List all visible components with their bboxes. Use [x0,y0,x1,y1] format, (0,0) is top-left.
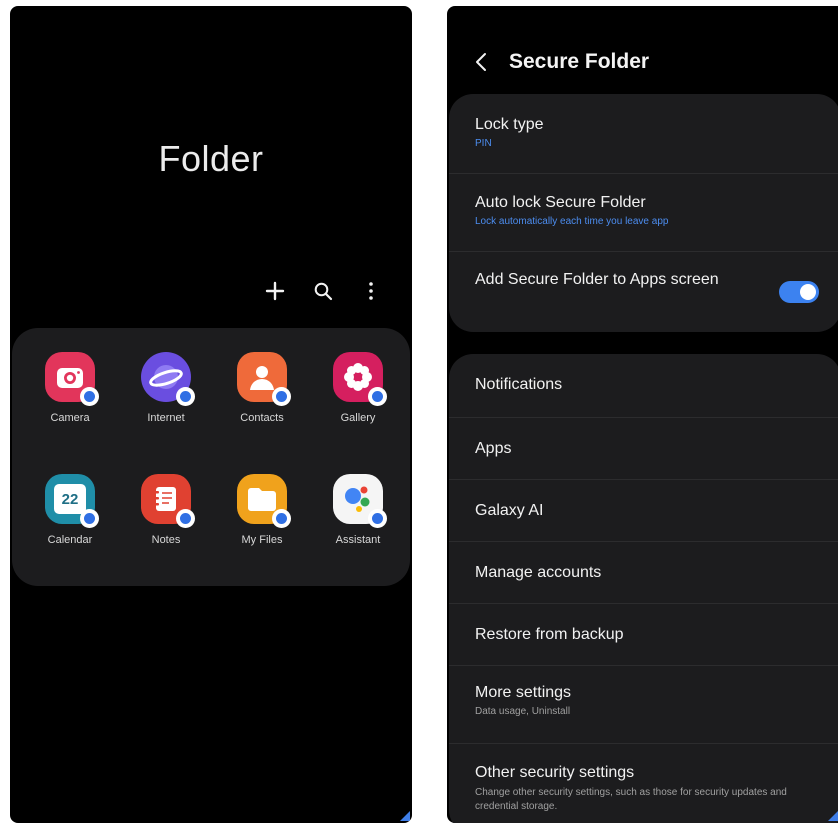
setting-lock-type[interactable]: Lock type PIN [449,94,838,174]
apps-grid: Camera Internet Contacts Gallery 22 Cale… [12,328,410,586]
setting-title: Other security settings [475,764,635,781]
setting-subtitle: Data usage, Uninstall [475,706,571,717]
app-label: My Files [241,534,283,546]
camera-icon [45,352,99,406]
folder-title: Folder [158,138,264,179]
setting-title: Manage accounts [475,564,602,581]
setting-auto-lock[interactable]: Auto lock Secure Folder Lock automatical… [449,174,838,252]
app-label: Gallery [340,412,376,424]
setting-title: Apps [475,440,512,457]
setting-title: Restore from backup [475,626,624,643]
setting-apps[interactable]: Apps [449,418,838,480]
setting-title: More settings [475,684,572,701]
setting-restore-from-backup[interactable]: Restore from backup [449,604,838,666]
app-notes[interactable]: Notes [118,474,214,546]
search-icon[interactable] [310,278,336,304]
secure-badge-icon [272,387,291,406]
setting-subtitle: Change other security settings, such as … [475,787,787,812]
app-calendar[interactable]: 22 Calendar [22,474,118,546]
chevron-left-icon[interactable] [475,51,491,73]
setting-title: Notifications [475,376,563,393]
more-vertical-icon[interactable] [358,278,384,304]
settings-group-lock: Lock type PIN Auto lock Secure Folder Lo… [449,94,838,332]
app-label: Internet [147,412,185,424]
setting-title: Auto lock Secure Folder [475,194,646,211]
setting-manage-accounts[interactable]: Manage accounts [449,542,838,604]
app-label: Calendar [47,534,93,546]
secure-badge-icon [176,509,195,528]
setting-more-settings[interactable]: More settings Data usage, Uninstall [449,666,838,744]
secure-badge-icon [80,509,99,528]
setting-galaxy-ai[interactable]: Galaxy AI [449,480,838,542]
setting-title: Lock type [475,116,544,133]
add-to-apps-toggle[interactable] [779,281,819,303]
contacts-icon [237,352,291,406]
internet-icon [141,352,195,406]
calendar-date: 22 [61,490,79,508]
secure-folder-home-screen: Folder Camera Internet Contacts Gallery … [10,6,412,823]
app-contacts[interactable]: Contacts [214,352,310,424]
app-label: Camera [50,412,90,424]
secure-folder-settings-screen: Secure Folder Lock type PIN Auto lock Se… [447,6,838,823]
secure-badge-icon [272,509,291,528]
app-internet[interactable]: Internet [118,352,214,424]
setting-add-to-apps-screen[interactable]: Add Secure Folder to Apps screen [449,252,838,332]
notes-icon [141,474,195,528]
page-title: Secure Folder [509,50,650,73]
setting-subtitle: PIN [475,138,492,149]
settings-group-general: Notifications Apps Galaxy AI Manage acco… [449,354,838,823]
gallery-icon [333,352,387,406]
secure-badge-icon [176,387,195,406]
folder-toolbar [262,278,384,304]
secure-badge-icon [80,387,99,406]
setting-title: Add Secure Folder to Apps screen [475,271,719,288]
app-assistant[interactable]: Assistant [310,474,406,546]
secure-badge-icon [368,509,387,528]
corner-marker [400,811,410,821]
plus-icon[interactable] [262,278,288,304]
app-gallery[interactable]: Gallery [310,352,406,424]
app-my-files[interactable]: My Files [214,474,310,546]
app-label: Assistant [335,534,381,546]
setting-other-security[interactable]: Other security settings Change other sec… [449,744,838,823]
secure-badge-icon [368,387,387,406]
app-label: Contacts [240,412,284,424]
settings-header: Secure Folder [475,50,649,74]
assistant-icon [333,474,387,528]
setting-title: Galaxy AI [475,502,544,519]
setting-notifications[interactable]: Notifications [449,354,838,418]
folder-icon [237,474,291,528]
calendar-icon: 22 [45,474,99,528]
setting-subtitle: Lock automatically each time you leave a… [475,216,669,227]
app-label: Notes [151,534,181,546]
app-camera[interactable]: Camera [22,352,118,424]
